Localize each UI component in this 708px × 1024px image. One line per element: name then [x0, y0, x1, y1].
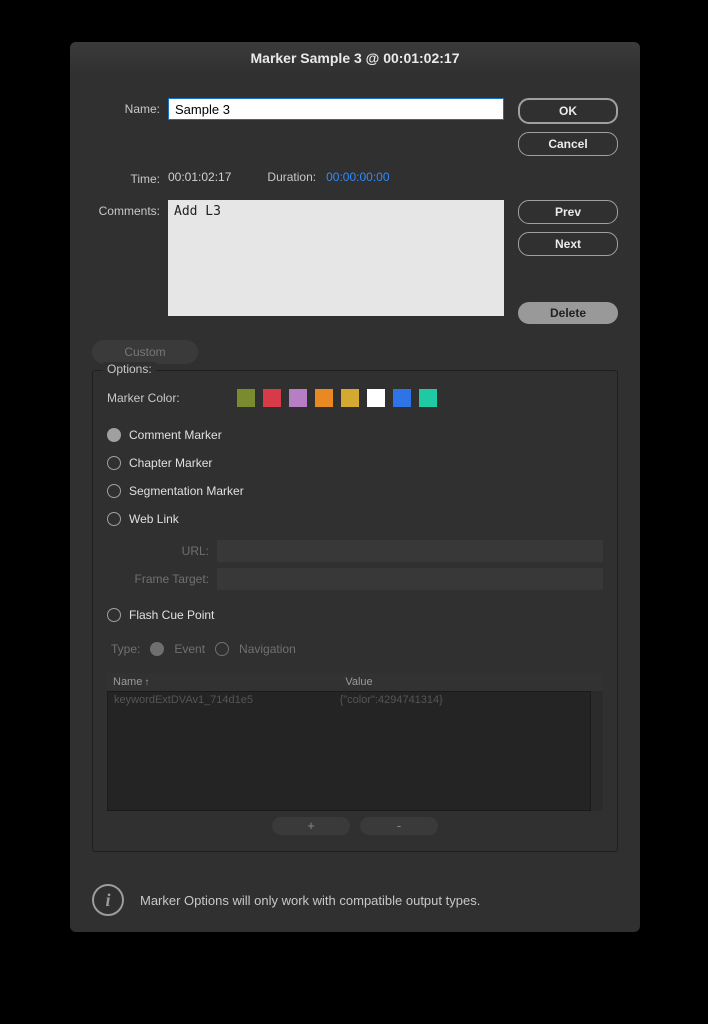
- time-label: Time:: [92, 168, 168, 186]
- radio-ring-icon: [215, 642, 229, 656]
- col-name[interactable]: Name: [113, 676, 142, 688]
- swatch[interactable]: [315, 389, 333, 407]
- table-row[interactable]: keywordExtDVAv1_714d1e5 {"color":4294741…: [108, 692, 590, 708]
- swatch[interactable]: [237, 389, 255, 407]
- radio-dot-icon: [107, 428, 121, 442]
- radio-web-link[interactable]: Web Link: [107, 505, 603, 533]
- radio-label: Flash Cue Point: [129, 608, 214, 622]
- swatch[interactable]: [393, 389, 411, 407]
- dialog-title: Marker Sample 3 @ 00:01:02:17: [70, 42, 640, 74]
- sort-asc-icon: ↑: [144, 677, 149, 688]
- comments-input[interactable]: Add L3: [168, 200, 504, 316]
- url-input: [217, 540, 603, 562]
- swatch[interactable]: [367, 389, 385, 407]
- swatch[interactable]: [263, 389, 281, 407]
- name-label: Name:: [92, 98, 168, 116]
- duration-value[interactable]: 00:00:00:00: [326, 170, 389, 184]
- prev-button[interactable]: Prev: [518, 200, 618, 224]
- custom-chip: Custom: [92, 340, 198, 364]
- comments-label: Comments:: [92, 200, 168, 218]
- radio-ring-icon: [107, 456, 121, 470]
- scrollbar[interactable]: [591, 691, 603, 811]
- delete-button[interactable]: Delete: [518, 302, 618, 324]
- url-label: URL:: [129, 544, 217, 558]
- swatch[interactable]: [341, 389, 359, 407]
- radio-chapter-marker[interactable]: Chapter Marker: [107, 449, 603, 477]
- ok-button[interactable]: OK: [518, 98, 618, 124]
- options-label: Options:: [103, 362, 156, 376]
- radio-comment-marker[interactable]: Comment Marker: [107, 421, 603, 449]
- info-text: Marker Options will only work with compa…: [140, 893, 480, 908]
- marker-dialog: Marker Sample 3 @ 00:01:02:17 Name: OK C…: [70, 42, 640, 932]
- radio-label: Segmentation Marker: [129, 484, 244, 498]
- info-icon: i: [92, 884, 124, 916]
- name-input[interactable]: [168, 98, 504, 120]
- cancel-button[interactable]: Cancel: [518, 132, 618, 156]
- frame-target-input: [217, 568, 603, 590]
- radio-ring-icon: [107, 512, 121, 526]
- options-group: Options: Marker Color: Comment Marker: [92, 370, 618, 852]
- add-cue-button: +: [272, 817, 350, 835]
- marker-color-label: Marker Color:: [107, 391, 237, 405]
- swatch[interactable]: [289, 389, 307, 407]
- radio-label: Comment Marker: [129, 428, 222, 442]
- cell-name: keywordExtDVAv1_714d1e5: [114, 694, 340, 706]
- navigation-label: Navigation: [239, 642, 296, 656]
- radio-segmentation-marker[interactable]: Segmentation Marker: [107, 477, 603, 505]
- col-value[interactable]: Value: [345, 676, 372, 688]
- cell-value: {"color":4294741314}: [340, 694, 584, 706]
- cue-table-header: Name↑ Value: [107, 673, 603, 691]
- radio-ring-icon: [107, 608, 121, 622]
- radio-dot-icon: [150, 642, 164, 656]
- event-label: Event: [174, 642, 205, 656]
- remove-cue-button: -: [360, 817, 438, 835]
- duration-label: Duration:: [267, 170, 316, 184]
- radio-flash-cue-point[interactable]: Flash Cue Point: [107, 601, 603, 629]
- marker-color-swatches: [237, 389, 437, 407]
- next-button[interactable]: Next: [518, 232, 618, 256]
- type-label: Type:: [111, 642, 140, 656]
- swatch[interactable]: [419, 389, 437, 407]
- radio-label: Web Link: [129, 512, 179, 526]
- radio-label: Chapter Marker: [129, 456, 212, 470]
- time-value[interactable]: 00:01:02:17: [168, 170, 231, 184]
- frame-target-label: Frame Target:: [129, 572, 217, 586]
- cue-table: keywordExtDVAv1_714d1e5 {"color":4294741…: [107, 691, 591, 811]
- radio-ring-icon: [107, 484, 121, 498]
